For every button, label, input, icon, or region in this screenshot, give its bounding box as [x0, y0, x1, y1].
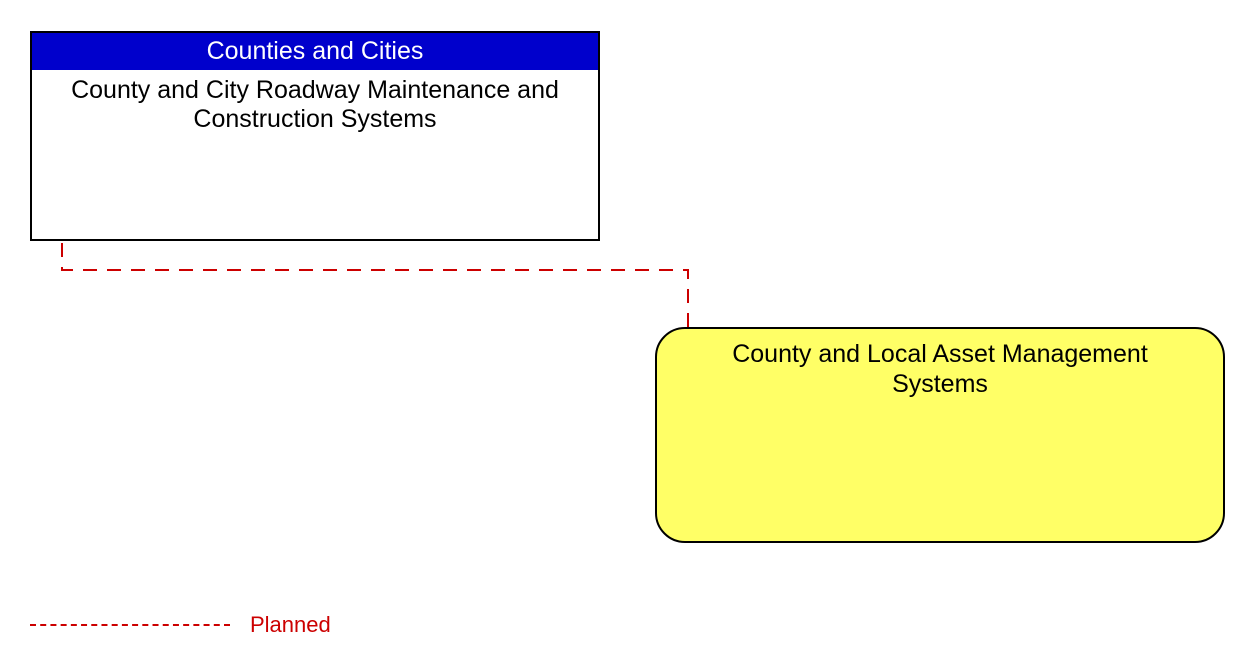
- node-title: County and Local Asset Management System…: [685, 339, 1195, 399]
- node-counties-cities: Counties and Cities County and City Road…: [30, 31, 600, 241]
- node-title: County and City Roadway Maintenance and …: [32, 70, 598, 239]
- diagram-canvas: Counties and Cities County and City Road…: [0, 0, 1252, 658]
- legend-planned-swatch: [30, 624, 230, 626]
- legend: Planned: [30, 612, 331, 638]
- node-asset-management: County and Local Asset Management System…: [655, 327, 1225, 543]
- node-header: Counties and Cities: [32, 33, 598, 70]
- legend-planned-label: Planned: [250, 612, 331, 638]
